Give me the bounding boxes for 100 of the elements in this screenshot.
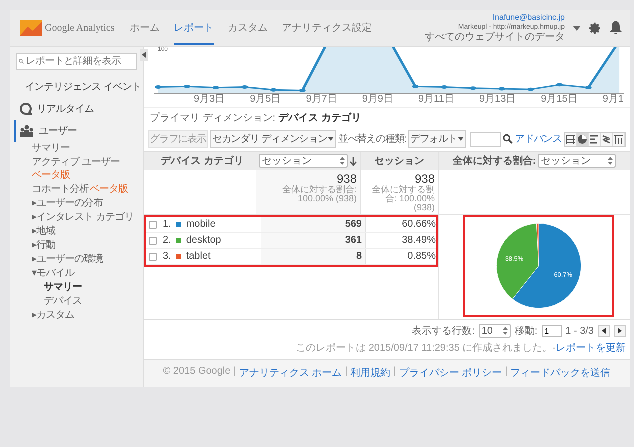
metric-dropdown[interactable]: セッション: [259, 154, 348, 168]
data-point: [412, 84, 419, 88]
logo-icon: [20, 20, 42, 36]
axis-label: 9月15日: [541, 94, 578, 105]
sidebar-item[interactable]: ▸ユーザーの環境: [32, 254, 103, 266]
search-icon: [19, 57, 24, 66]
pivot-icon: [614, 134, 623, 144]
row-rank: 3.: [163, 251, 172, 262]
data-point: [470, 86, 477, 90]
caret-icon: [458, 137, 464, 141]
row-rank: 2.: [163, 235, 172, 246]
dimension-label: プライマリ ディメンション:: [150, 113, 276, 124]
view-button[interactable]: [600, 132, 613, 146]
sidebar-item[interactable]: アクティブ ユーザー: [32, 157, 120, 169]
total-note: 全体に対する割合: 100.00% (938): [282, 186, 357, 204]
up-down-arrows-icon: [502, 327, 508, 335]
share-metric-dropdown[interactable]: セッション: [538, 154, 616, 168]
caret-icon: [328, 137, 334, 141]
table-cell: 38.49%: [365, 233, 439, 248]
speech-bubble-icon: [20, 103, 32, 115]
bell-icon[interactable]: [610, 21, 622, 35]
dimension-link[interactable]: desktop: [186, 235, 222, 246]
goto-field[interactable]: 1: [542, 325, 562, 337]
search-icon[interactable]: [503, 134, 513, 144]
data-point: [155, 86, 162, 89]
column-header: デバイス カテゴリ: [160, 154, 245, 169]
sidebar-item[interactable]: サマリー: [44, 282, 82, 294]
view-button[interactable]: [564, 132, 577, 146]
view-button[interactable]: [588, 132, 601, 146]
grid-icon: [566, 134, 575, 144]
collapse-button[interactable]: [140, 49, 148, 61]
sort-label: 並べ替えの種類:: [338, 132, 406, 146]
dimension-link[interactable]: mobile: [186, 219, 216, 230]
sidebar-item[interactable]: デバイス: [44, 296, 82, 308]
row-checkbox[interactable]: [149, 220, 157, 228]
sidebar-item[interactable]: コホート分析: [32, 184, 89, 196]
left-arrow-icon: [142, 52, 146, 58]
table-cell: 60.66%: [365, 217, 439, 232]
row-rank: 1.: [163, 219, 172, 230]
view-button[interactable]: [576, 132, 589, 146]
sidebar-section[interactable]: インテリジェンス イベント: [14, 76, 143, 98]
data-point: [556, 83, 564, 87]
pie-icon: [578, 134, 587, 144]
refresh-report-link[interactable]: レポートを更新: [556, 343, 626, 354]
rows-dropdown[interactable]: 10: [478, 324, 511, 338]
axis-label: 9月3日: [194, 94, 226, 105]
separator: |: [505, 366, 508, 379]
nav-tab[interactable]: ホーム: [130, 11, 160, 45]
table-search-field[interactable]: [470, 132, 502, 146]
sidebar-item[interactable]: ▸ユーザーの分布: [32, 198, 103, 210]
data-point: [585, 86, 592, 90]
data-point: [242, 86, 248, 89]
nav-tab[interactable]: アナリティクス設定: [282, 11, 372, 45]
separator: |: [345, 366, 348, 379]
axis-label: 9月5日: [250, 94, 282, 105]
axis-label: 9月9日: [362, 94, 394, 105]
copyright: © 2015 Google: [163, 366, 231, 379]
sidebar-item[interactable]: ▸インタレスト カテゴリ: [32, 212, 134, 224]
next-page-button[interactable]: [614, 325, 626, 337]
data-point: [299, 88, 306, 92]
compare-icon: [602, 134, 611, 144]
sort-dropdown[interactable]: デフォルト: [408, 130, 466, 148]
caret-icon[interactable]: [573, 26, 581, 30]
sidebar-item[interactable]: ▸地域: [32, 226, 56, 238]
nav-tab[interactable]: カスタム: [228, 11, 268, 45]
footer-link[interactable]: 利用規約: [350, 366, 391, 380]
footer-link[interactable]: プライバシー ポリシー: [399, 366, 502, 380]
advanced-link[interactable]: アドバンス: [514, 132, 562, 146]
bars-icon: [590, 134, 599, 144]
dimension-link[interactable]: tablet: [186, 251, 211, 262]
previous-page-button[interactable]: [598, 325, 610, 337]
footer-link[interactable]: アナリティクス ホーム: [239, 366, 342, 380]
table-cell: 8: [261, 249, 365, 264]
sidebar-section[interactable]: リアルタイム: [14, 98, 143, 120]
axis-label: 9月11日: [418, 94, 454, 105]
separator: |: [394, 366, 396, 379]
sidebar-item[interactable]: ▾モバイル: [32, 268, 74, 280]
data-point: [212, 86, 220, 90]
left-arrow-icon: [602, 328, 606, 334]
table-cell: 361: [261, 233, 365, 248]
beta-label: ベータ版: [32, 170, 70, 182]
sidebar-item[interactable]: サマリー: [32, 143, 70, 155]
sidebar-item[interactable]: ▸カスタム: [32, 310, 74, 322]
total-value: 938: [414, 172, 435, 186]
report-timestamp: このレポートは 2015/09/17 11:29:35 に作成されました。-: [296, 343, 556, 354]
row-checkbox[interactable]: [149, 236, 157, 244]
beta-label: ベータ版: [90, 184, 128, 196]
share-label: 全体に対する割合:: [452, 154, 536, 168]
sidebar-item[interactable]: ▸行動: [32, 240, 56, 252]
footer-link[interactable]: フィードバックを送信: [510, 366, 611, 380]
row-checkbox[interactable]: [149, 252, 157, 260]
secondary-dimension-dropdown[interactable]: セカンダリ ディメンション: [210, 130, 336, 148]
table-cell: 569: [261, 217, 365, 232]
nav-tab[interactable]: レポート: [174, 11, 214, 45]
goto-label: 移動:: [514, 325, 538, 338]
search-field[interactable]: レポートと詳細を表示: [16, 53, 137, 70]
settings-icon[interactable]: [589, 22, 602, 34]
sort-arrow-icon[interactable]: [350, 156, 357, 166]
view-button[interactable]: [612, 132, 625, 146]
dimension-value: デバイス カテゴリ: [278, 113, 362, 124]
